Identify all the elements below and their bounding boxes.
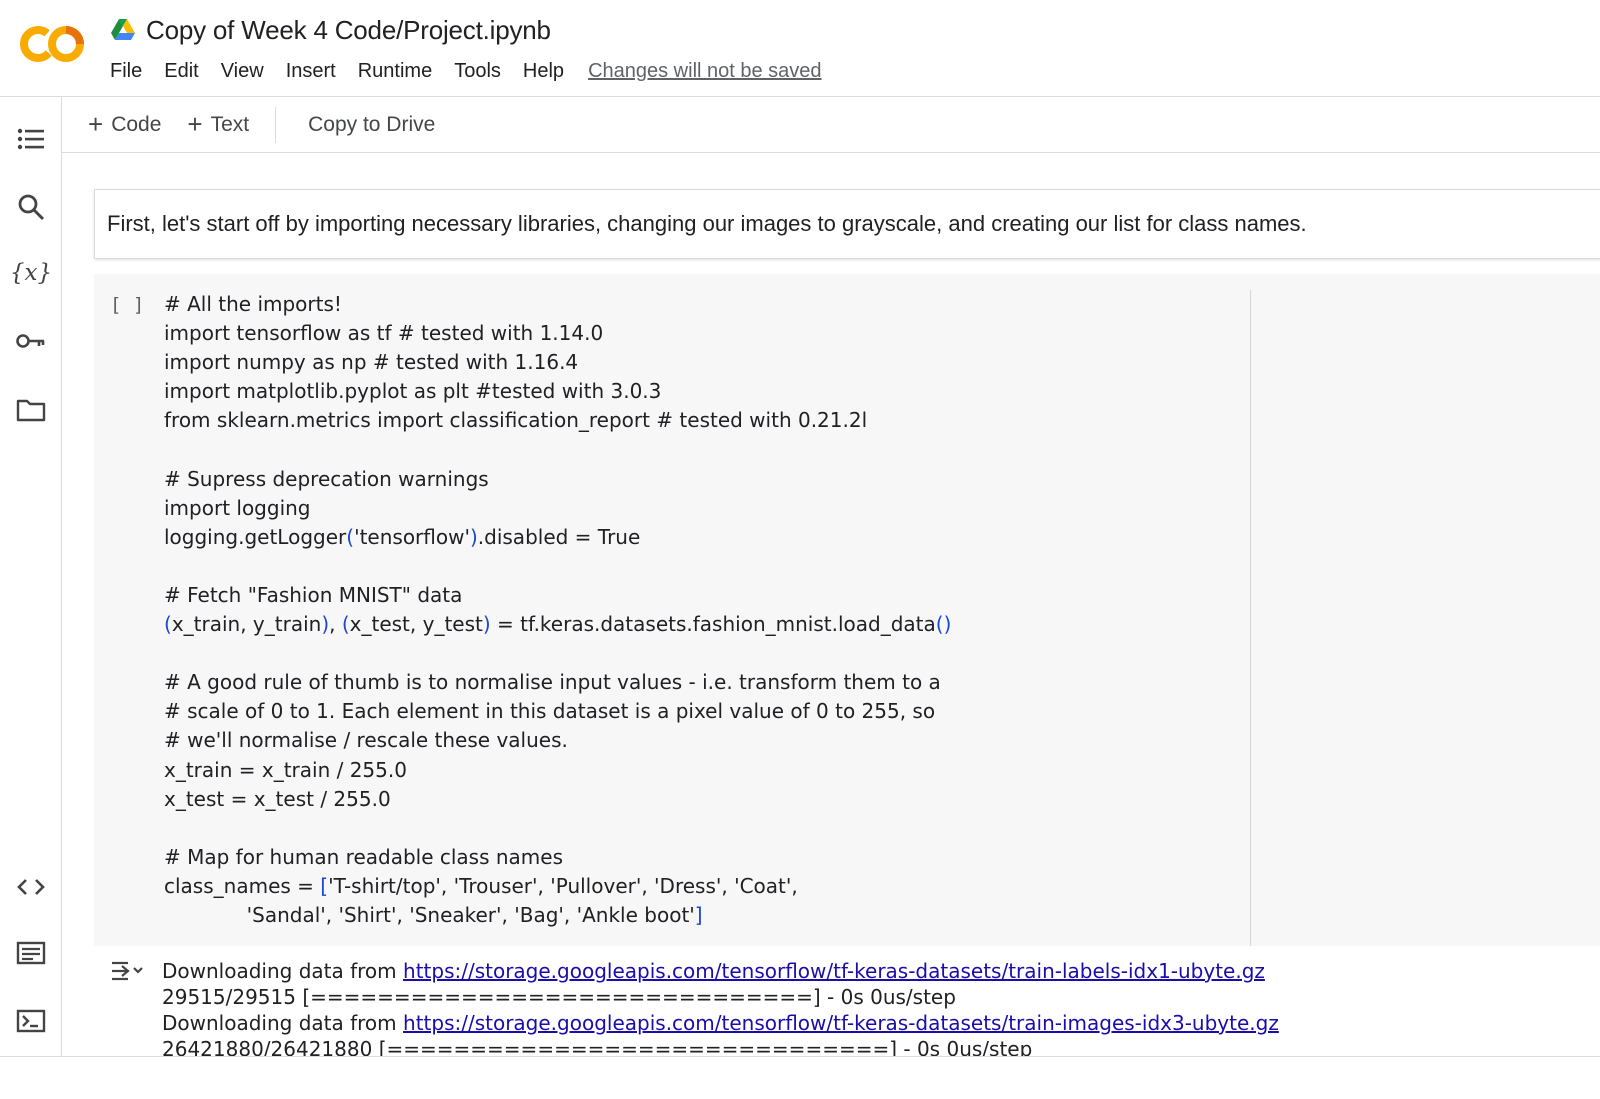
code-cell[interactable]: [ ] # All the imports! import tensorflow… xyxy=(94,274,1600,946)
menu-runtime[interactable]: Runtime xyxy=(358,60,432,83)
toolbar-divider xyxy=(275,106,277,143)
code-line: logging.getLogger('tensorflow').disabled… xyxy=(164,524,641,549)
code-line: x_train = x_train / 255.0 xyxy=(164,757,407,782)
app-header: Copy of Week 4 Code/Project.ipynb File E… xyxy=(0,0,1600,97)
plus-icon: + xyxy=(88,109,104,139)
copy-to-drive-button[interactable]: Copy to Drive xyxy=(308,113,435,137)
code-snippets-icon[interactable] xyxy=(13,869,49,905)
menu-bar: File Edit View Insert Runtime Tools Help… xyxy=(110,56,822,86)
code-line: x_test = x_test / 255.0 xyxy=(164,786,391,811)
secrets-key-icon[interactable] xyxy=(13,323,49,359)
run-cell-button[interactable]: [ ] xyxy=(110,294,144,316)
code-line: # Fetch "Fashion MNIST" data xyxy=(164,582,463,607)
output-text: Downloading data from https://storage.go… xyxy=(162,958,1279,1062)
menu-help[interactable]: Help xyxy=(523,60,564,83)
code-line: class_names = ['T-shirt/top', 'Trouser',… xyxy=(164,873,798,898)
notebook-title[interactable]: Copy of Week 4 Code/Project.ipynb xyxy=(146,15,551,46)
code-line: import numpy as np # tested with 1.16.4 xyxy=(164,350,579,375)
code-line: # we'll normalise / rescale these values… xyxy=(164,728,568,753)
output-line: 29515/29515 [===========================… xyxy=(162,985,956,1009)
text-cell-content: First, let's start off by importing nece… xyxy=(107,211,1307,236)
add-text-cell-button[interactable]: + Text xyxy=(187,109,249,140)
code-line: from sklearn.metrics import classificati… xyxy=(164,408,868,433)
output-line: Downloading data from https://storage.go… xyxy=(162,959,1265,983)
download-url-link[interactable]: https://storage.googleapis.com/tensorflo… xyxy=(403,1011,1279,1035)
code-line: # Supress deprecation warnings xyxy=(164,466,489,491)
output-actions-icon[interactable] xyxy=(108,956,144,986)
notebook-toolbar: + Code + Text Copy to Drive xyxy=(62,97,1600,153)
bottom-strip xyxy=(0,1057,1600,1099)
code-line: 'Sandal', 'Shirt', 'Sneaker', 'Bag', 'An… xyxy=(164,902,703,927)
add-text-label: Text xyxy=(210,112,250,136)
search-icon[interactable] xyxy=(13,189,49,225)
code-editor[interactable]: # All the imports! import tensorflow as … xyxy=(164,290,1218,930)
table-of-contents-icon[interactable] xyxy=(13,121,49,157)
changes-not-saved-link[interactable]: Changes will not be saved xyxy=(588,60,821,83)
code-content: # All the imports! import tensorflow as … xyxy=(164,290,1218,930)
variables-glyph: {x} xyxy=(9,260,53,286)
code-line: # Map for human readable class names xyxy=(164,844,564,869)
code-line: import tensorflow as tf # tested with 1.… xyxy=(164,321,604,346)
menu-view[interactable]: View xyxy=(221,60,264,83)
add-code-cell-button[interactable]: + Code xyxy=(88,109,161,140)
left-sidebar: {x} xyxy=(0,97,62,1079)
download-url-link[interactable]: https://storage.googleapis.com/tensorflo… xyxy=(403,959,1265,983)
code-line: import matplotlib.pyplot as plt #tested … xyxy=(164,379,662,404)
variables-icon[interactable]: {x} xyxy=(9,255,53,291)
code-line: (x_train, y_train), (x_test, y_test) = t… xyxy=(164,612,952,637)
menu-tools[interactable]: Tools xyxy=(454,60,501,83)
menu-edit[interactable]: Edit xyxy=(164,60,198,83)
code-line: import logging xyxy=(164,495,311,520)
notebook-area: First, let's start off by importing nece… xyxy=(62,153,1600,1079)
colab-logo[interactable] xyxy=(20,22,86,66)
code-line: # All the imports! xyxy=(164,292,342,316)
code-ruler-line xyxy=(1250,290,1251,946)
menu-insert[interactable]: Insert xyxy=(286,60,336,83)
command-palette-icon[interactable] xyxy=(13,935,49,971)
title-row: Copy of Week 4 Code/Project.ipynb xyxy=(110,12,551,48)
terminal-icon[interactable] xyxy=(13,1003,49,1039)
code-line: # A good rule of thumb is to normalise i… xyxy=(164,670,941,695)
colab-logo-icon xyxy=(20,26,84,62)
text-cell[interactable]: First, let's start off by importing nece… xyxy=(94,189,1600,259)
plus-icon: + xyxy=(187,109,203,139)
menu-file[interactable]: File xyxy=(110,60,142,83)
files-folder-icon[interactable] xyxy=(13,391,49,427)
code-line: # scale of 0 to 1. Each element in this … xyxy=(164,699,936,724)
output-line: Downloading data from https://storage.go… xyxy=(162,1011,1279,1035)
add-code-label: Code xyxy=(111,112,162,136)
google-drive-icon xyxy=(111,19,135,40)
